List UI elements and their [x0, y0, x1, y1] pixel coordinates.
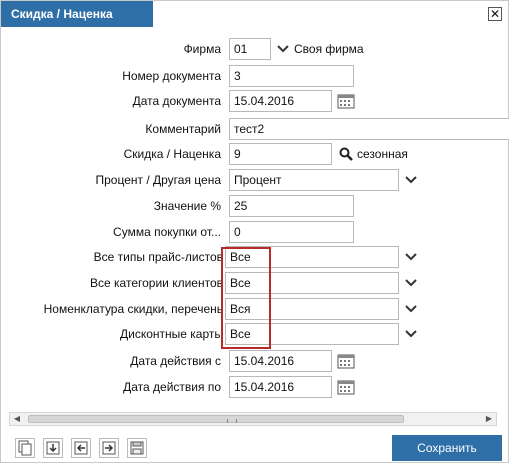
discount-cards-label: Дисконтные карты	[120, 327, 223, 341]
purchase-sum-label: Сумма покупки от...	[113, 225, 221, 239]
discount-type-text: сезонная	[357, 147, 408, 161]
nomenclature-chevron-down-icon[interactable]	[404, 302, 418, 316]
purchase-sum-input[interactable]: 0	[229, 221, 354, 243]
discount-dialog: Скидка / Наценка ✕ Фирма 01 Своя фирма Н…	[0, 0, 509, 463]
value-pct-label: Значение %	[153, 199, 221, 213]
firma-code-input[interactable]: 01	[229, 38, 271, 60]
scroll-left-icon[interactable]: ◀	[12, 414, 22, 424]
move-left-icon[interactable]	[71, 438, 91, 458]
nomenclature-label: Номенклатура скидки, перечень	[43, 302, 223, 316]
firma-label: Фирма	[183, 42, 221, 56]
price-types-label: Все типы прайс-листов	[93, 250, 223, 264]
date-to-label: Дата действия по	[123, 380, 221, 394]
discount-cards-chevron-down-icon[interactable]	[404, 327, 418, 341]
copy-icon[interactable]	[15, 438, 35, 458]
client-categories-label: Все категории клиентов	[90, 276, 223, 290]
client-categories-chevron-down-icon[interactable]	[404, 276, 418, 290]
value-pct-input[interactable]: 25	[229, 195, 354, 217]
save-disk-icon[interactable]	[127, 438, 147, 458]
search-icon[interactable]	[339, 147, 353, 161]
doc-date-input[interactable]: 15.04.2016	[229, 90, 332, 112]
calendar-icon[interactable]	[337, 353, 355, 369]
horizontal-scrollbar[interactable]: ◀ ▶	[9, 412, 497, 426]
price-types-chevron-down-icon[interactable]	[404, 250, 418, 264]
doc-number-input[interactable]: 3	[229, 65, 354, 87]
date-from-label: Дата действия с	[130, 354, 221, 368]
save-button[interactable]: Сохранить	[392, 435, 502, 461]
discount-code-input[interactable]: 9	[229, 143, 332, 165]
calendar-icon[interactable]	[337, 93, 355, 109]
close-icon[interactable]: ✕	[488, 7, 502, 21]
date-to-input[interactable]: 15.04.2016	[229, 376, 332, 398]
scrollbar-thumb[interactable]	[28, 415, 404, 423]
client-categories-select[interactable]: Все	[225, 272, 399, 294]
doc-date-label: Дата документа	[132, 94, 221, 108]
dialog-title-tab[interactable]: Скидка / Наценка	[1, 1, 153, 27]
doc-number-label: Номер документа	[122, 69, 221, 83]
comment-label: Комментарий	[145, 122, 221, 136]
calendar-icon[interactable]	[337, 379, 355, 395]
discount-cards-select[interactable]: Все	[225, 323, 399, 345]
date-from-input[interactable]: 15.04.2016	[229, 350, 332, 372]
scroll-right-icon[interactable]: ▶	[484, 414, 494, 424]
discount-label: Скидка / Наценка	[123, 147, 221, 161]
move-right-icon[interactable]	[99, 438, 119, 458]
firma-name: Своя фирма	[294, 42, 364, 56]
comment-input[interactable]: тест2	[229, 118, 509, 140]
firma-chevron-down-icon[interactable]	[276, 42, 290, 56]
nomenclature-select[interactable]: Вся	[225, 298, 399, 320]
import-icon[interactable]	[43, 438, 63, 458]
price-types-select[interactable]: Все	[225, 246, 399, 268]
percent-price-chevron-down-icon[interactable]	[404, 173, 418, 187]
grip-icon	[227, 419, 237, 423]
percent-price-select[interactable]: Процент	[229, 169, 399, 191]
percent-price-label: Процент / Другая цена	[95, 173, 221, 187]
